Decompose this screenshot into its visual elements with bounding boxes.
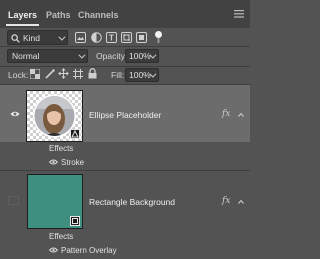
blend-mode-dropdown[interactable]: Normal [7,49,88,63]
panel-tab-bar: Layers Paths Channels [0,0,250,28]
chevron-up-icon[interactable] [238,112,244,118]
layer-effects-row[interactable]: Effects [0,142,250,155]
opacity-field[interactable]: 100% [125,49,159,63]
tab-paths[interactable]: Paths [46,0,71,28]
search-icon [11,34,20,43]
effect-item-pattern-overlay[interactable]: Pattern Overlay [0,243,250,257]
opacity-label: Opacity: [96,51,128,61]
effects-label: Effects [49,232,74,241]
visibility-toggle-hidden[interactable] [8,196,19,205]
lock-all-icon[interactable] [88,68,97,79]
effect-name: Pattern Overlay [61,246,117,255]
layer-row-ellipse-placeholder[interactable]: Ellipse Placeholder fx [0,85,250,142]
layer-name[interactable]: Rectangle Background [89,197,175,207]
layer-thumbnail[interactable] [26,90,83,142]
blend-mode-value: Normal [12,51,40,61]
eye-visibility-icon[interactable] [10,111,20,117]
fill-label: Fill: [111,70,125,80]
chevron-down-icon [58,33,66,41]
layer-effects-fx-icon[interactable]: fx [222,109,230,119]
shape-layer-filter-icon[interactable] [121,32,133,44]
adjustment-layer-filter-icon[interactable] [91,32,103,44]
layer-thumbnail[interactable] [27,174,83,229]
fill-field[interactable]: 100% [125,68,159,82]
panel-menu-icon[interactable] [234,10,244,18]
lock-row: Lock: Fill: 100% [0,67,250,84]
layers-panel: Layers Paths Channels Kind T Normal Opac… [0,0,250,259]
divider [0,46,250,47]
eye-visibility-icon[interactable] [49,159,58,165]
eye-visibility-icon[interactable] [49,247,58,253]
type-layer-filter-icon[interactable]: T [106,32,118,44]
layer-row-rectangle-background[interactable]: Rectangle Background fx [0,171,250,229]
svg-text:T: T [109,34,114,43]
layer-effects-fx-icon[interactable]: fx [222,196,230,206]
shape-layer-badge-icon [70,129,80,139]
filter-kind-dropdown[interactable]: Kind [7,30,68,45]
chevron-down-icon [78,51,86,59]
lock-label: Lock: [8,70,29,80]
pixel-layer-filter-icon[interactable] [75,32,87,44]
layer-name[interactable]: Ellipse Placeholder [89,110,161,120]
smart-object-filter-icon[interactable] [136,32,148,44]
effect-item-stroke[interactable]: Stroke [0,155,250,169]
active-tab-indicator [6,24,39,26]
lock-transparent-pixels-icon[interactable] [30,69,40,79]
effects-label: Effects [49,144,74,153]
opacity-value: 100% [129,51,151,61]
shape-layer-badge-icon [70,216,80,226]
lock-image-pixels-icon[interactable] [45,69,55,79]
chevron-up-icon[interactable] [238,199,244,205]
lock-artboard-icon[interactable] [73,69,83,79]
layer-effects-row[interactable]: Effects [0,229,250,243]
lock-position-icon[interactable] [58,68,69,79]
effect-name: Stroke [61,158,85,167]
filter-kind-label: Kind [23,33,41,43]
blend-row: Normal Opacity: 100% [0,48,250,66]
fill-value: 100% [129,70,151,80]
tab-channels[interactable]: Channels [78,0,119,28]
filter-toggle-icon[interactable] [154,30,163,44]
